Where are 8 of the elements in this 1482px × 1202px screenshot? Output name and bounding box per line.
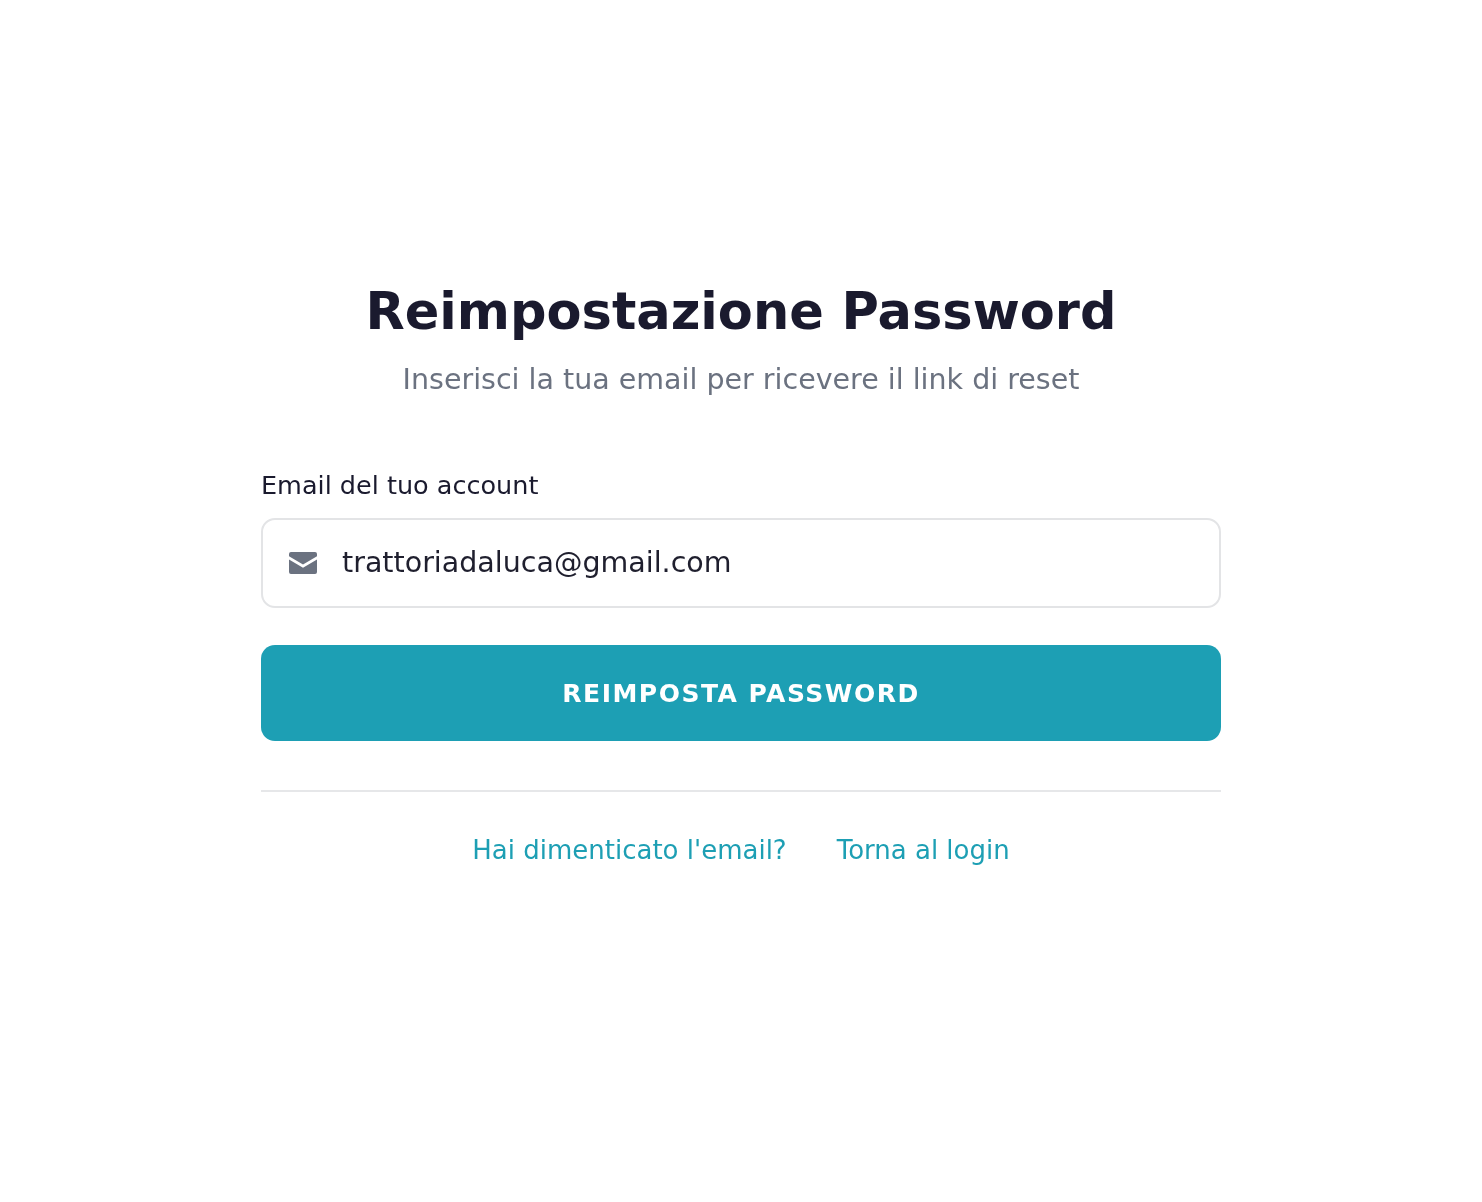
envelope-icon xyxy=(289,552,317,574)
text-link[interactable]: Torna al login xyxy=(836,833,1010,867)
page-title: Reimpostazione Password xyxy=(365,284,1117,339)
email-label: Email del tuo account xyxy=(261,469,539,501)
reset-password-button[interactable]: REIMPOSTA PASSWORD xyxy=(261,645,1221,741)
email-field[interactable]: trattoriadaluca@gmail.com xyxy=(261,518,1221,608)
page-subtitle: Inserisci la tua email per ricevere il link di reset xyxy=(402,362,1080,398)
text-link[interactable]: Hai dimenticato l'email? xyxy=(472,833,787,867)
